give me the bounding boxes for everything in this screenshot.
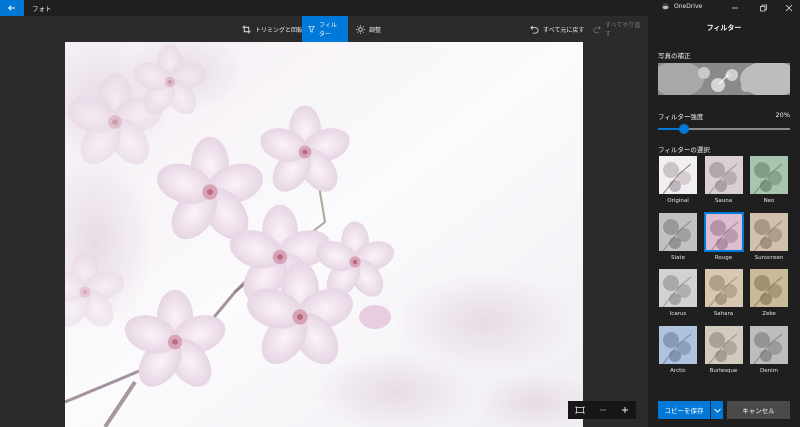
strength-slider-thumb[interactable] [679, 124, 690, 134]
filter-name: Original [667, 198, 689, 204]
filter-preview-image [659, 212, 697, 251]
filter-preview-image [659, 156, 697, 194]
filter-preview-image [704, 269, 743, 307]
filter-thumbnail [749, 155, 789, 195]
enhance-label: 写真の補正 [658, 52, 691, 60]
close-icon [785, 4, 793, 12]
filter-preview-image [659, 269, 697, 307]
filter-option-denim[interactable]: Denim [749, 325, 789, 374]
filter-name: Burlesque [709, 367, 738, 374]
onedrive-icon [662, 3, 669, 10]
title-bar: フォト OneDrive [0, 0, 800, 16]
zoom-controls [568, 401, 636, 419]
undo-icon [530, 25, 539, 34]
filter-name: Rouge [714, 254, 733, 261]
fit-to-screen-icon[interactable] [575, 406, 585, 414]
redo-icon [593, 25, 601, 33]
filter-preview-image [704, 325, 743, 364]
filter-panel: フィルター 写真の補正 フィルター強度 20% フィルターの選択 Origina… [648, 16, 800, 427]
crop-icon [242, 24, 251, 34]
filter-option-arctic[interactable]: Arctic [658, 325, 698, 374]
filter-name: Icarus [669, 311, 687, 317]
filter-name: Arctic [670, 367, 686, 374]
strength-label: フィルター強度 [658, 113, 704, 121]
filter-preview-image [750, 325, 788, 364]
cancel-button[interactable]: キャンセル [727, 401, 790, 419]
editor-canvas: トリミングと回転 フィルター 調整 すべて元に戻す すべてやり直す [0, 16, 648, 427]
crop-rotate-label: トリミングと回転 [255, 26, 304, 34]
magic-wand-icon [718, 72, 731, 85]
select-filter-label: フィルターの選択 [658, 146, 710, 154]
minimize-icon [732, 7, 738, 9]
filter-preview-image [705, 213, 742, 250]
save-copy-button[interactable]: コピーを保存 [658, 401, 710, 419]
back-arrow-icon [8, 5, 16, 11]
app-title: フォト [32, 5, 52, 13]
crop-rotate-tab[interactable]: トリミングと回転 [236, 16, 309, 42]
filter-name: Sauna [714, 198, 733, 204]
account-name: OneDrive [674, 3, 703, 10]
adjust-tab[interactable]: 調整 [350, 16, 387, 42]
filter-preview-image [750, 156, 788, 194]
filter-thumbnail [704, 325, 744, 365]
close-button[interactable] [776, 0, 800, 16]
filter-option-sahara[interactable]: Sahara [704, 268, 744, 317]
edit-toolbar: トリミングと回転 フィルター 調整 すべて元に戻す すべてやり直す [0, 16, 648, 42]
filter-name: Neo [763, 198, 775, 204]
undo-all-button[interactable]: すべて元に戻す [524, 16, 590, 42]
filter-thumbnail [704, 155, 744, 195]
filter-option-sauna[interactable]: Sauna [704, 155, 744, 204]
redo-all-button[interactable]: すべてやり直す [587, 16, 648, 42]
adjust-label: 調整 [369, 26, 382, 34]
filter-option-icarus[interactable]: Icarus [658, 268, 698, 317]
filter-name: Slate [671, 254, 685, 261]
filter-tab[interactable]: フィルター [302, 16, 348, 42]
restore-icon [760, 4, 767, 12]
minimize-button[interactable] [722, 0, 748, 16]
filter-name: Zeke [762, 311, 776, 317]
filter-thumbnail [658, 155, 698, 195]
filter-option-neo[interactable]: Neo [749, 155, 789, 204]
back-button[interactable] [0, 0, 24, 16]
undo-all-label: すべて元に戻す [543, 26, 585, 34]
filter-label: フィルター [318, 22, 337, 38]
filter-funnel-icon [308, 25, 315, 33]
filter-thumbnail [703, 211, 744, 252]
filter-option-zeke[interactable]: Zeke [749, 268, 789, 317]
strength-slider[interactable] [658, 124, 790, 134]
filter-option-original[interactable]: Original [658, 155, 698, 204]
panel-title: フィルター [706, 24, 742, 32]
auto-enhance-button[interactable] [658, 63, 790, 95]
filter-preview-image [659, 325, 697, 364]
maximize-button[interactable] [750, 0, 776, 16]
filter-preview-image [704, 156, 743, 194]
filter-name: Sunscreen [754, 254, 784, 261]
filter-option-burlesque[interactable]: Burlesque [704, 325, 744, 374]
filter-option-rouge[interactable]: Rouge [703, 211, 744, 261]
filter-grid: Original Sauna Neo Slate Rouge Sunscreen Icaru… [658, 155, 793, 397]
zoom-out-icon[interactable] [599, 406, 607, 414]
filter-preview-image [750, 269, 788, 307]
filter-thumbnail [704, 268, 744, 308]
save-options-dropdown[interactable] [711, 401, 723, 419]
sun-icon [356, 24, 365, 34]
redo-all-label: すべてやり直す [605, 22, 641, 38]
filter-thumbnail [658, 212, 698, 252]
filter-thumbnail [749, 212, 789, 252]
chevron-down-icon [713, 408, 721, 413]
photo-preview[interactable] [65, 42, 583, 427]
filter-option-sunscreen[interactable]: Sunscreen [749, 212, 789, 261]
strength-value: 20% [775, 111, 790, 119]
filter-name: Denim [760, 367, 778, 374]
filter-thumbnail [658, 325, 698, 365]
filter-name: Sahara [713, 311, 734, 317]
filter-thumbnail [749, 268, 789, 308]
cherry-blossom-photo [65, 42, 583, 427]
filter-option-slate[interactable]: Slate [658, 212, 698, 261]
zoom-in-icon[interactable] [621, 406, 629, 414]
account-button[interactable]: OneDrive [661, 3, 702, 10]
filter-thumbnail [749, 325, 789, 365]
filter-preview-image [750, 212, 788, 251]
filter-thumbnail [658, 268, 698, 308]
